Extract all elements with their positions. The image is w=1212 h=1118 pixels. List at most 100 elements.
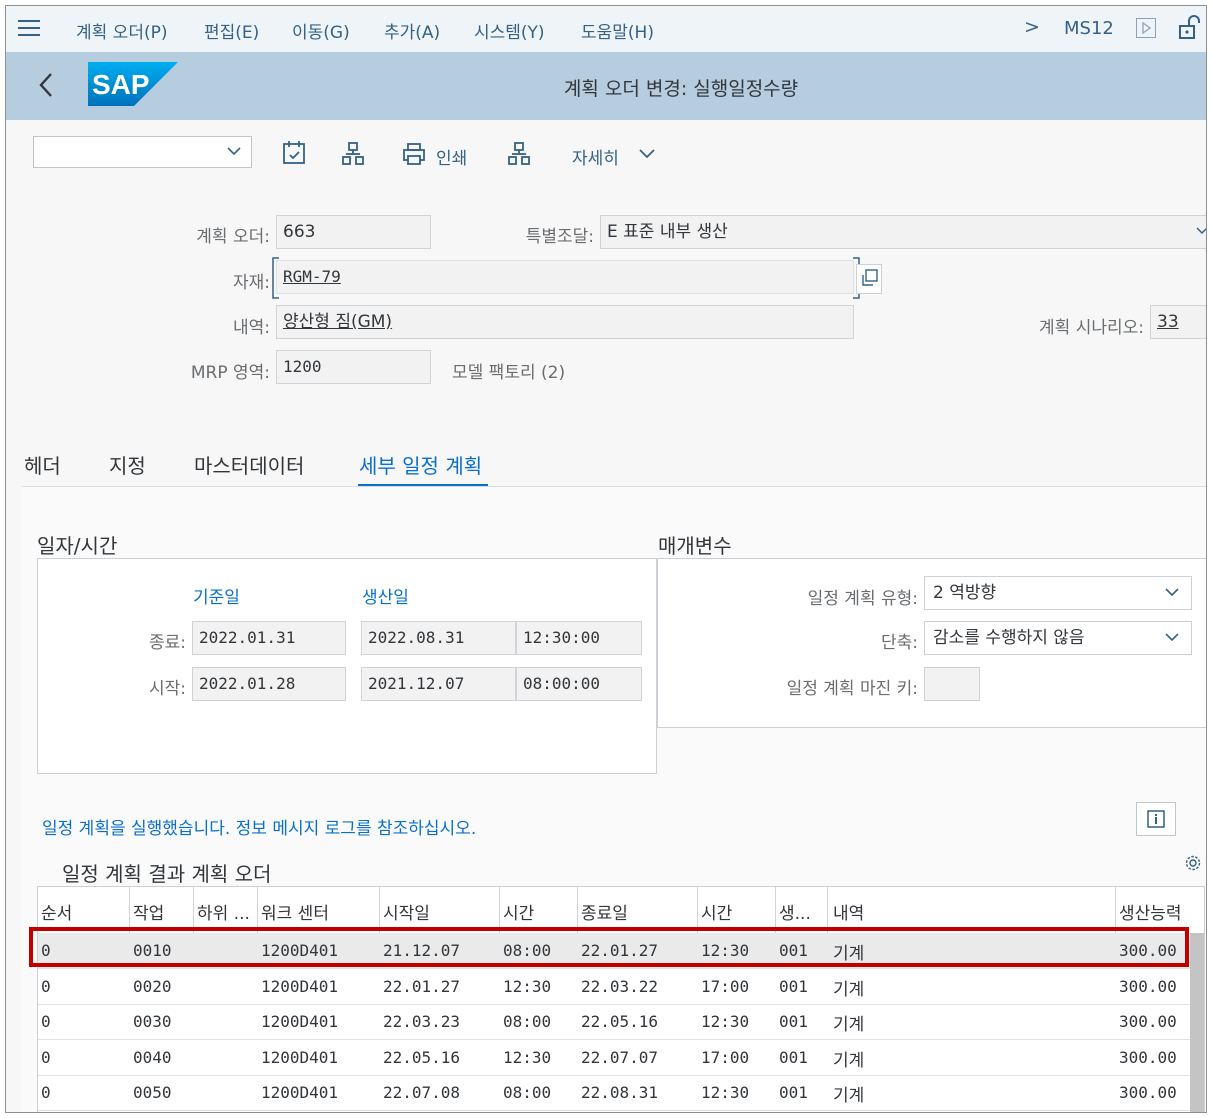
reduction-value: 감소를 수행하지 않음 xyxy=(933,628,1085,648)
cell-capacity: 300.00 xyxy=(1119,1083,1177,1102)
col-end-date[interactable]: 종료일 xyxy=(581,899,628,924)
gear-icon[interactable] xyxy=(1184,854,1202,876)
tab-header[interactable]: 헤더 xyxy=(24,450,61,479)
tab-detailed-scheduling[interactable]: 세부 일정 계획 xyxy=(359,450,482,479)
transaction-code: MS12 xyxy=(1064,18,1114,39)
cell-start-date: 22.03.23 xyxy=(383,1012,461,1031)
dates-box xyxy=(37,558,657,774)
menu-bar: 계획 오더(P) 편집(E) 이동(G) 추가(A) 시스템(Y) 도움말(H)… xyxy=(6,6,1206,53)
cell-end-time: 17:00 xyxy=(701,976,750,996)
cell-description: 기계 xyxy=(833,979,865,1000)
special-procurement-label: 특별조달: xyxy=(525,227,594,247)
col-operation[interactable]: 작업 xyxy=(133,899,164,924)
scheduling-type-select[interactable]: 2 역방향 xyxy=(924,576,1192,610)
cell-work-center: 1200D401 xyxy=(261,1083,339,1102)
production-end-date[interactable]: 2022.08.31 xyxy=(361,621,516,655)
tab-master-data[interactable]: 마스터데이터 xyxy=(194,450,304,479)
table-row[interactable]: 0 0030 1200D401 22.03.23 08:00 22.05.16 12:30 0… xyxy=(38,1004,1190,1040)
menu-planned-order[interactable]: 계획 오더(P) xyxy=(76,18,167,43)
planning-scenario-label: 계획 시나리오: xyxy=(1039,318,1144,338)
cell-start-time: 08:00 xyxy=(503,1083,552,1102)
production-start-date[interactable]: 2021.12.07 xyxy=(361,667,516,701)
mrp-area-field[interactable]: 1200 xyxy=(276,350,431,384)
description-label: 내역: xyxy=(232,318,270,338)
shell-header: SAP 계획 오더 변경: 실행일정수량 xyxy=(6,52,1206,120)
schedule-result-table: 순서 작업 하위 ... 워크 센터 시작일 시간 종료일 시간 생... 내역… xyxy=(37,886,1205,1112)
print-button[interactable]: 인쇄 xyxy=(436,144,467,169)
focus-brackets xyxy=(272,257,860,299)
col-start-time[interactable]: 시간 xyxy=(503,899,534,924)
menu-extras[interactable]: 추가(A) xyxy=(384,18,440,43)
cell-capacity: 300.00 xyxy=(1119,976,1177,996)
planning-scenario-field[interactable]: 33 xyxy=(1150,305,1206,339)
info-button[interactable] xyxy=(1136,802,1176,836)
chevron-right-icon[interactable]: > xyxy=(1024,16,1040,38)
production-dates-heading: 생산일 xyxy=(362,588,409,608)
cell-start-date: 22.01.27 xyxy=(383,976,461,996)
col-work-center[interactable]: 워크 센터 xyxy=(261,899,329,924)
more-button[interactable]: 자세히 xyxy=(572,144,619,169)
special-procurement-select[interactable]: E 표준 내부 생산 xyxy=(600,215,1206,249)
basic-end-date[interactable]: 2022.01.31 xyxy=(192,621,346,655)
tab-assignment[interactable]: 지정 xyxy=(109,450,146,479)
reduction-select[interactable]: 감소를 수행하지 않음 xyxy=(924,621,1192,655)
basic-start-date[interactable]: 2022.01.28 xyxy=(192,667,346,701)
cell-end-date: 22.07.07 xyxy=(581,1047,659,1067)
parameters-section-title: 매개변수 xyxy=(658,534,732,558)
menu-edit[interactable]: 편집(E) xyxy=(204,18,259,43)
table-row[interactable]: 0 0040 1200D401 22.05.16 12:30 22.07.07 17:00 0… xyxy=(38,1040,1190,1076)
toolbar: 인쇄 자세히 xyxy=(6,120,1206,186)
col-end-time[interactable]: 시간 xyxy=(701,899,732,924)
cell-sequence: 0 xyxy=(41,1012,51,1031)
toolbar-dropdown[interactable] xyxy=(33,136,252,168)
cell-operation: 0030 xyxy=(133,1012,172,1031)
col-description[interactable]: 내역 xyxy=(833,899,864,924)
planned-order-field[interactable]: 663 xyxy=(276,215,431,249)
col-start-date[interactable]: 시작일 xyxy=(383,899,430,924)
scheduling-type-label: 일정 계획 유형: xyxy=(807,589,918,609)
table-row[interactable]: 0 0050 1200D401 22.07.08 08:00 22.08.31 12:30 0… xyxy=(38,1075,1190,1111)
sched-margin-key-field[interactable] xyxy=(924,667,980,701)
col-capacity-category[interactable]: 생... xyxy=(779,899,811,924)
play-icon[interactable] xyxy=(1136,18,1156,38)
dates-section-title: 일자/시간 xyxy=(37,534,118,558)
status-message: 일정 계획을 실행했습니다. 정보 메시지 로그를 참조하십시오. xyxy=(42,819,477,839)
hierarchy-icon[interactable] xyxy=(342,142,364,170)
cell-sequence: 0 xyxy=(41,976,51,996)
calendar-check-icon[interactable] xyxy=(282,140,306,170)
unlock-icon[interactable] xyxy=(1174,14,1202,46)
hierarchy-alt-icon[interactable] xyxy=(508,142,530,170)
cell-end-date: 22.05.16 xyxy=(581,1012,659,1031)
cell-work-center: 1200D401 xyxy=(261,1012,339,1031)
production-start-time[interactable]: 08:00:00 xyxy=(516,667,642,701)
planned-order-label: 계획 오더: xyxy=(196,227,270,247)
col-suboperation[interactable]: 하위 ... xyxy=(197,899,250,924)
cell-end-date: 22.08.31 xyxy=(581,1083,659,1102)
value-help-icon[interactable] xyxy=(856,264,882,294)
cell-end-time: 12:30 xyxy=(701,1012,750,1031)
menu-goto[interactable]: 이동(G) xyxy=(292,18,350,43)
info-icon xyxy=(1147,810,1165,828)
highlight-box xyxy=(29,927,1189,967)
cell-start-time: 08:00 xyxy=(503,1012,552,1031)
cell-capacity-category: 001 xyxy=(779,1012,808,1031)
cell-end-time: 17:00 xyxy=(701,1047,750,1067)
special-procurement-value: E 표준 내부 생산 xyxy=(607,222,728,242)
mrp-area-label: MRP 영역: xyxy=(190,363,270,383)
cell-end-time: 12:30 xyxy=(701,1083,750,1102)
print-icon[interactable] xyxy=(402,142,426,170)
production-end-time[interactable]: 12:30:00 xyxy=(516,621,642,655)
cell-operation: 0050 xyxy=(133,1083,172,1102)
chevron-down-icon xyxy=(1163,583,1181,606)
col-capacity[interactable]: 생산능력 xyxy=(1119,899,1182,924)
cell-work-center: 1200D401 xyxy=(261,976,339,996)
menu-system[interactable]: 시스템(Y) xyxy=(474,18,545,43)
more-chevron-down-icon[interactable] xyxy=(638,146,656,165)
menu-help[interactable]: 도움말(H) xyxy=(581,18,654,43)
cell-operation: 0020 xyxy=(133,976,172,996)
planning-scenario-value: 33 xyxy=(1157,312,1179,332)
hamburger-menu-icon[interactable] xyxy=(18,20,40,38)
table-row[interactable]: 0 0020 1200D401 22.01.27 12:30 22.03.22 17:00 0… xyxy=(38,969,1190,1005)
table-scrollbar[interactable] xyxy=(1190,933,1204,1112)
col-sequence[interactable]: 순서 xyxy=(41,899,72,924)
